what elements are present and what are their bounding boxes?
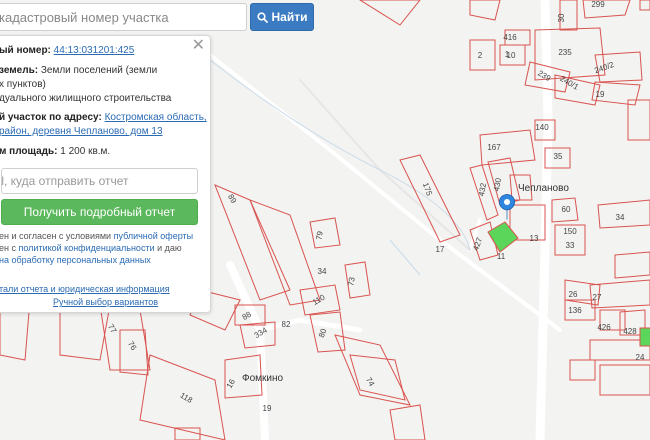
plot-number-label: 299 [591,0,605,9]
place-label-fomkino: Фомкино [242,373,284,384]
address-row: й участок по адресу: Костромская область… [0,111,207,124]
neighbor-highlight [639,327,650,347]
manual-select-link[interactable]: Ручной выбор вариантов [53,297,158,307]
address-label: й участок по адресу: [0,112,102,123]
cadastral-number-label: ый номер: [0,45,51,56]
plot-number-label: 167 [487,143,501,152]
privacy-policy-link[interactable]: политикой конфиденциальности [18,243,154,253]
area-label: м площадь: [0,146,58,157]
get-report-button[interactable]: Получить подробный отчет [1,199,198,225]
plot-number-label: 27 [593,293,602,302]
place-label-cheplanovo: Чепланово [518,183,569,194]
plot-number-label: 34 [318,267,327,276]
plot-number-label: 30 [557,13,566,22]
plot-number-label: 2 [478,51,483,60]
land-category-value: Земли поселений (земли [40,65,158,76]
plot-info-panel: ✕ ый номер: 44:13:031201:425 земель: Зем… [0,35,211,313]
public-offer-link[interactable]: публичной оферты [114,231,194,241]
cadastral-number-row: ый номер: 44:13:031201:425 [0,44,134,57]
consent-suffix-2: и даю [154,243,182,253]
plot-number-label: 10 [507,51,516,60]
plot-number-label: 60 [562,205,571,214]
permitted-use: дуального жилищного строительства [0,93,172,104]
search-button-label: Найти [271,10,308,24]
plot-number-label: 19 [596,90,605,99]
consent-prefix-2: ен с [0,243,19,253]
plot-number-label: 26 [569,290,578,299]
plot-number-label: 416 [503,33,517,42]
consent-prefix-1: ен и согласен с условиями [0,231,114,241]
plot-number-label: 24 [636,353,645,362]
plot-number-label: 34 [616,213,625,222]
cadastral-search-input[interactable] [0,3,247,31]
plot-number-label: 428 [623,327,637,336]
consent-line-1: ен и согласен с условиями публичной офер… [0,230,193,242]
consent-text: ен и согласен с условиями публичной офер… [0,230,193,266]
manual-select-link-row: Ручной выбор вариантов [0,296,210,308]
search-button[interactable]: Найти [250,3,314,31]
area-row: м площадь: 1 200 кв.м. [0,145,110,158]
address-link-cont[interactable]: район, деревня Чепланово, дом 13 [0,125,163,138]
plot-number-label: 82 [282,320,291,329]
land-category-value-cont: х пунктов) [0,79,46,90]
plot-number-label: 33 [566,241,575,250]
consent-line-2: ен с политикой конфиденциальности и даю [0,242,193,254]
report-details-link[interactable]: тали отчета и юридическая информация [0,284,170,294]
plot-number-label: 35 [554,152,563,161]
plot-number-label: 136 [568,306,582,315]
report-details-link-row: тали отчета и юридическая информация [0,283,210,295]
plot-number-label: 150 [563,227,577,236]
area-value: 1 200 кв.м. [60,146,111,157]
address-link[interactable]: Костромская область, [105,112,207,123]
cadastral-number-link[interactable]: 44:13:031201:425 [54,45,135,56]
search-icon [256,11,268,23]
plot-number-label: 140 [535,123,549,132]
plot-number-label: 426 [597,323,611,332]
plot-number-label: 19 [263,404,272,413]
plot-number-label: 13 [530,234,539,243]
email-field[interactable] [1,168,198,194]
plot-number-label: 17 [436,245,445,254]
data-processing-link[interactable]: на обработку персональных данных [0,254,193,266]
plot-number-label: 11 [497,252,506,261]
land-category-label: земель: [0,65,39,76]
close-icon[interactable]: ✕ [192,38,205,54]
plot-number-label: 235 [558,48,572,57]
land-category-row: земель: Земли поселений (земли [0,64,157,77]
